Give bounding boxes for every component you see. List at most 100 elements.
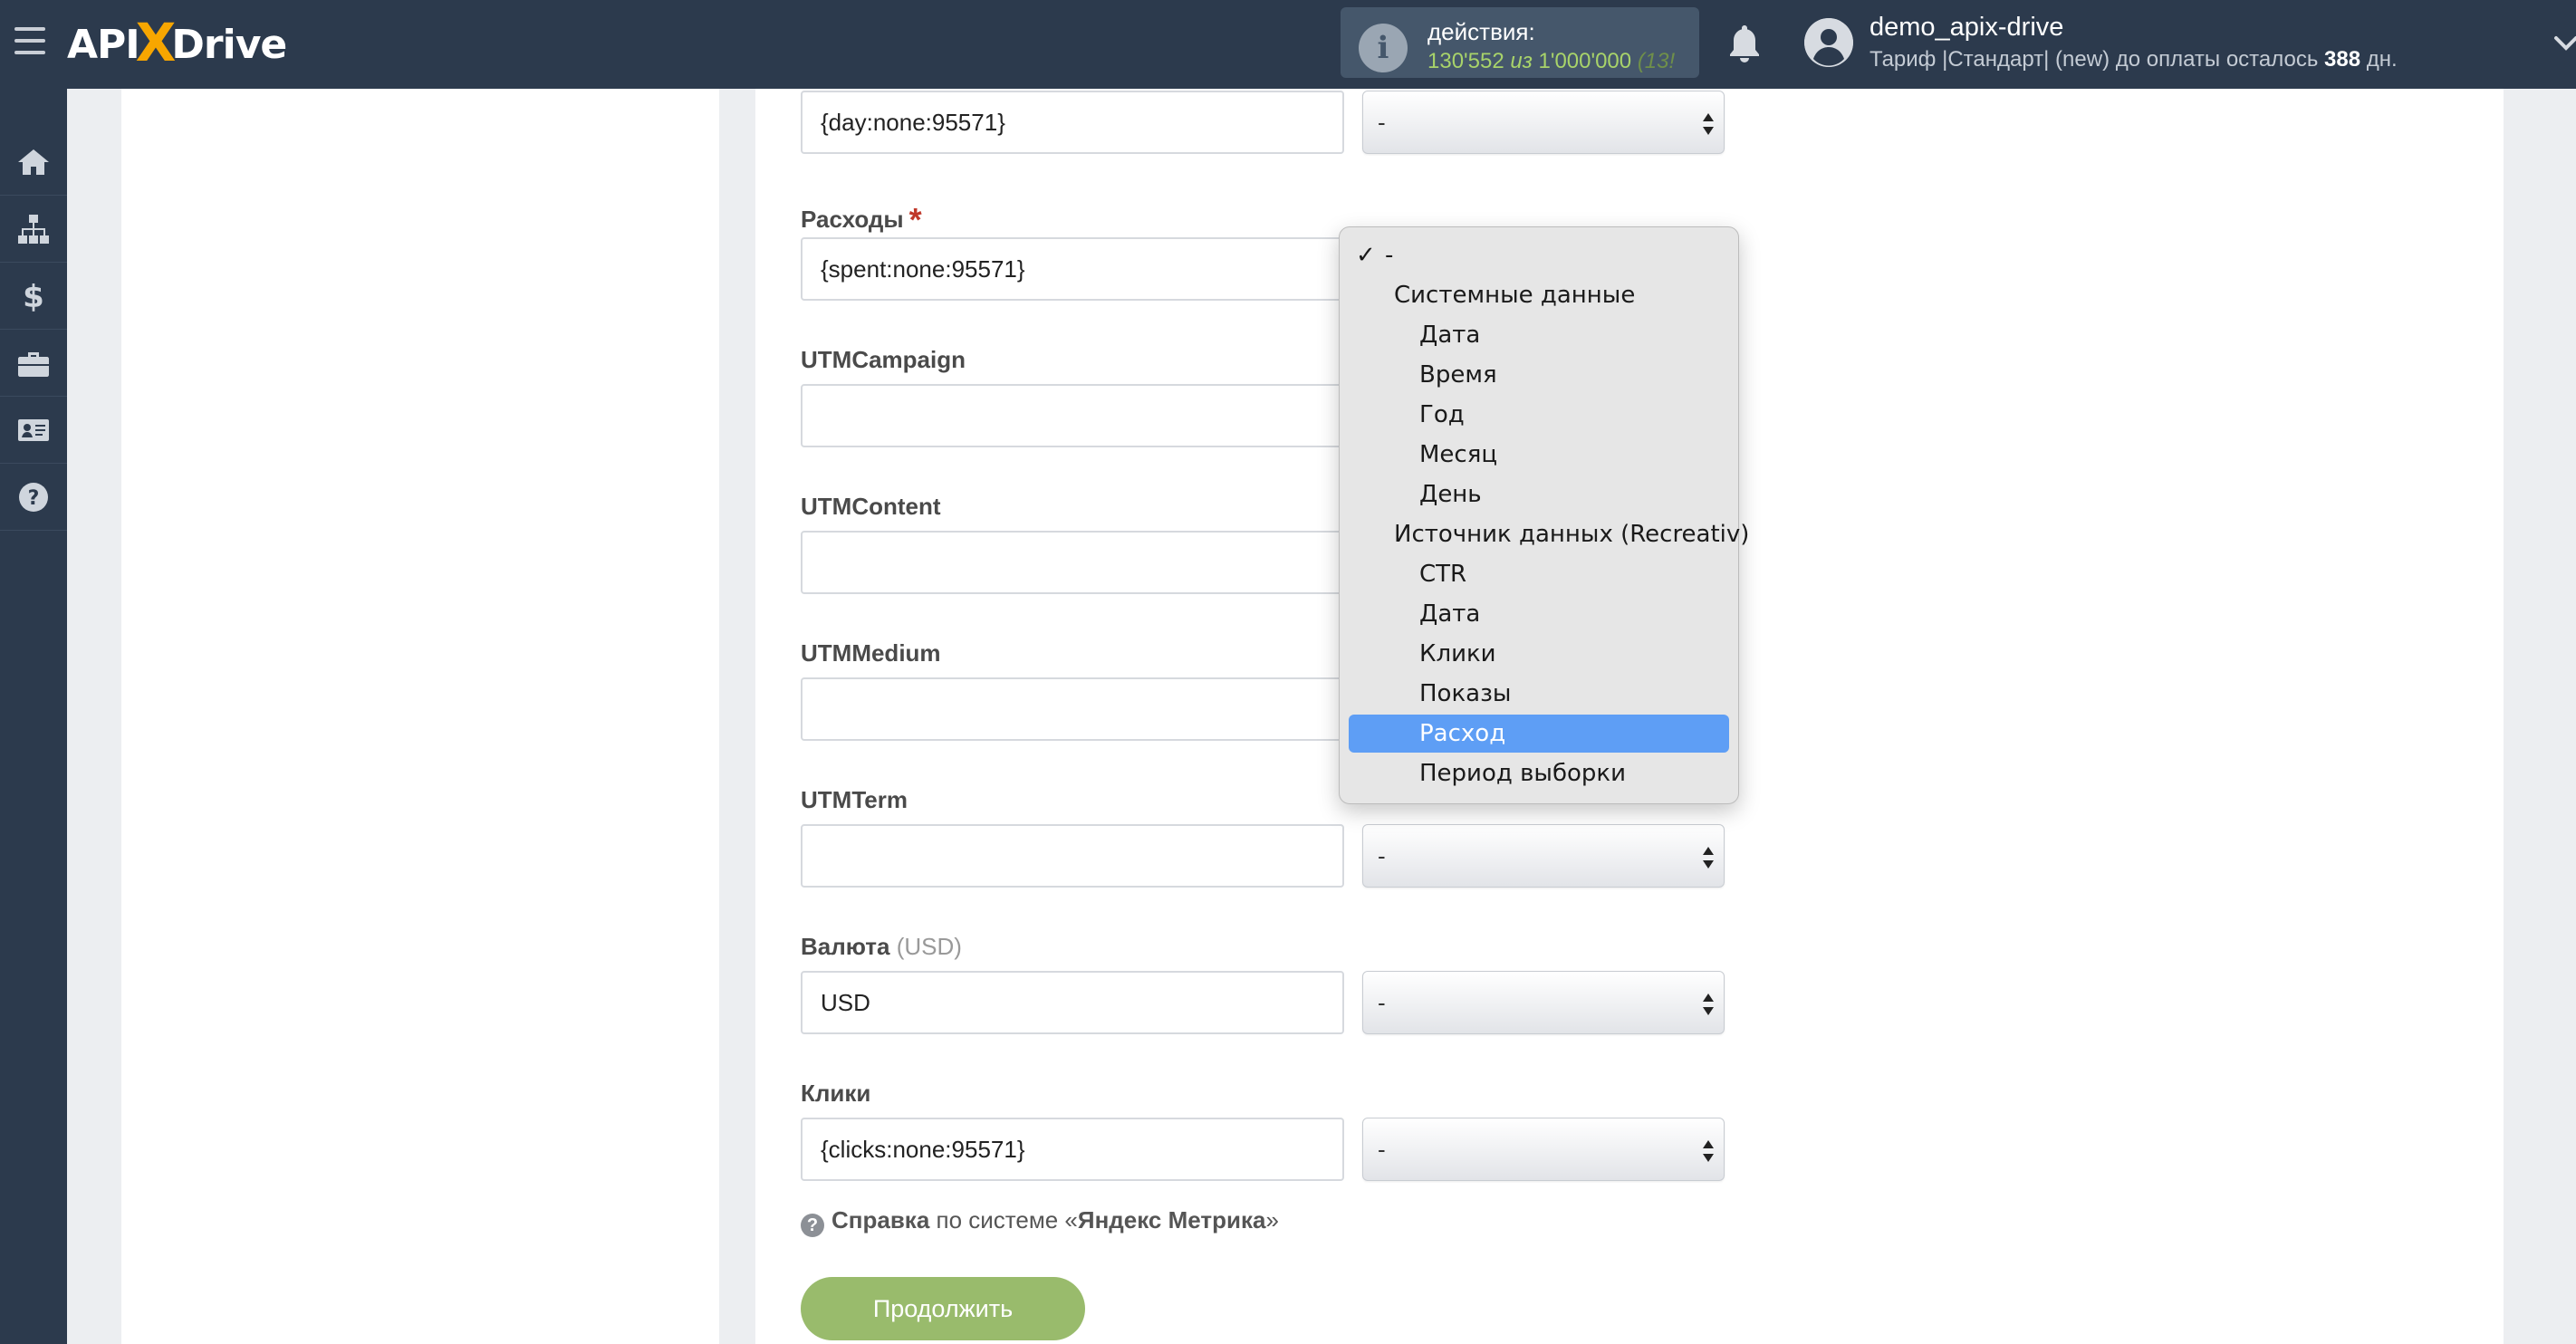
logo[interactable]: API X Drive: [67, 12, 287, 76]
top-bar: API X Drive i действия: 130'552 из 1'000'0…: [0, 0, 2576, 89]
dropdown-option[interactable]: День: [1349, 475, 1729, 514]
currency-input[interactable]: USD: [801, 971, 1344, 1034]
dropdown-option[interactable]: Показы: [1349, 675, 1729, 713]
dropdown-option-label: Показы: [1419, 680, 1512, 707]
actions-counter[interactable]: i действия: 130'552 из 1'000'000 (13!: [1341, 7, 1699, 78]
utm-term-input[interactable]: [801, 824, 1344, 888]
home-icon: [18, 149, 49, 175]
dropdown-option-label: Клики: [1419, 640, 1496, 667]
dropdown-option[interactable]: CTR: [1349, 555, 1729, 593]
clicks-select[interactable]: -: [1362, 1118, 1725, 1181]
currency-select-value: -: [1378, 989, 1386, 1016]
sidebar-item-connections[interactable]: [0, 196, 67, 263]
dropdown-option[interactable]: Системные данные: [1349, 276, 1729, 314]
dropdown-option-label: Дата: [1419, 600, 1481, 628]
svg-text:?: ?: [28, 487, 40, 510]
dropdown-option-label: -: [1385, 242, 1394, 269]
left-panel: [121, 89, 719, 1344]
actions-extra: (13!: [1637, 49, 1676, 73]
dropdown-option-label: Период выборки: [1419, 760, 1626, 787]
sidebar-item-help[interactable]: ?: [0, 464, 67, 531]
chevron-down-icon[interactable]: [2552, 29, 2576, 56]
logo-text-left: API: [67, 21, 140, 68]
dropdown-option[interactable]: Год: [1349, 396, 1729, 434]
spent-label-text: Расходы: [801, 206, 904, 233]
dropdown-option-label: Месяц: [1419, 441, 1498, 468]
currency-select[interactable]: -: [1362, 971, 1725, 1034]
dropdown-option[interactable]: Период выборки: [1349, 754, 1729, 792]
dropdown-option[interactable]: Источник данных (Recreativ): [1349, 515, 1749, 553]
dropdown-option-label: Системные данные: [1394, 282, 1636, 309]
clicks-label: Клики: [801, 1080, 871, 1107]
dropdown-option[interactable]: Клики: [1349, 635, 1729, 673]
plan-days: 388: [2324, 47, 2361, 72]
bell-icon[interactable]: [1726, 24, 1763, 63]
utm-medium-label: UTMMedium: [801, 639, 941, 667]
actions-label: действия:: [1427, 18, 1535, 45]
required-marker: *: [908, 201, 922, 238]
sitemap-icon: [18, 214, 49, 244]
utm-term-select-value: -: [1378, 842, 1386, 869]
dropdown-option[interactable]: Время: [1349, 356, 1729, 394]
select-arrows-icon: [1703, 113, 1714, 135]
sidebar-item-services[interactable]: [0, 330, 67, 397]
dollar-icon: $: [23, 279, 44, 314]
clicks-select-value: -: [1378, 1136, 1386, 1163]
day-input[interactable]: {day:none:95571}: [801, 91, 1344, 154]
sidebar-item-home[interactable]: [0, 129, 67, 196]
continue-button[interactable]: Продолжить: [801, 1277, 1085, 1340]
actions-count: 130'552 из 1'000'000 (13!: [1427, 49, 1690, 74]
utm-term-select[interactable]: -: [1362, 824, 1725, 888]
info-icon: i: [1359, 24, 1408, 72]
sidebar-item-billing[interactable]: $: [0, 263, 67, 330]
dropdown-option-label: Расход: [1419, 720, 1506, 747]
sidebar-item-profile[interactable]: [0, 397, 67, 464]
dropdown-option[interactable]: Дата: [1349, 595, 1729, 633]
dropdown-option[interactable]: Месяц: [1349, 436, 1729, 474]
actions-used: 130'552: [1427, 49, 1504, 73]
dropdown-option-label: Источник данных (Recreativ): [1394, 521, 1750, 548]
help-suffix: »: [1265, 1206, 1279, 1234]
menu-icon[interactable]: [14, 27, 45, 54]
utm-campaign-label: UTMCampaign: [801, 346, 966, 373]
logo-text-right: Drive: [171, 21, 287, 68]
utm-medium-input[interactable]: [801, 677, 1344, 741]
spent-input[interactable]: {spent:none:95571}: [801, 237, 1344, 301]
day-select-value: -: [1378, 109, 1386, 136]
sidebar: $ ?: [0, 89, 67, 1344]
currency-label-text: Валюта: [801, 933, 890, 960]
svg-text:$: $: [23, 279, 44, 314]
user-avatar[interactable]: [1804, 18, 1853, 67]
select-arrows-icon: [1703, 994, 1714, 1015]
utm-content-label: UTMContent: [801, 493, 941, 520]
help-link[interactable]: Справка: [831, 1206, 929, 1234]
dropdown-option-label: Год: [1419, 401, 1465, 428]
help-middle: по системе «: [936, 1206, 1078, 1234]
dropdown-option[interactable]: Расход: [1349, 715, 1729, 753]
logo-x: X: [135, 12, 177, 73]
briefcase-icon: [18, 351, 49, 377]
dropdown-option-label: Дата: [1419, 322, 1481, 349]
utm-term-label: UTMTerm: [801, 786, 908, 813]
dropdown-option-label: CTR: [1419, 561, 1467, 588]
question-icon: ?: [19, 482, 48, 512]
select-arrows-icon: [1703, 847, 1714, 869]
user-plan: Тариф |Стандарт| (new) до оплаты осталос…: [1870, 47, 2398, 72]
plan-suffix: дн.: [2366, 47, 2398, 72]
utm-content-input[interactable]: [801, 531, 1344, 594]
dropdown-option-label: Время: [1419, 361, 1497, 389]
clicks-input[interactable]: {clicks:none:95571}: [801, 1118, 1344, 1181]
currency-label: Валюта (USD): [801, 933, 962, 961]
id-card-icon: [18, 418, 49, 441]
help-system[interactable]: Яндекс Метрика: [1078, 1206, 1266, 1234]
utm-campaign-input[interactable]: [801, 384, 1344, 447]
select-dropdown-menu[interactable]: ✓ - Системные данные Дата Время Год Месяц День И…: [1339, 226, 1749, 804]
actions-total: 1'000'000: [1538, 49, 1632, 73]
currency-hint: (USD): [896, 933, 962, 960]
day-select[interactable]: -: [1362, 91, 1725, 154]
user-name[interactable]: demo_apix-drive: [1870, 13, 2063, 43]
spent-label: Расходы *: [801, 197, 922, 238]
question-circle-icon: ?: [801, 1214, 824, 1237]
dropdown-option[interactable]: Дата: [1349, 316, 1729, 354]
dropdown-option[interactable]: ✓ -: [1349, 236, 1729, 274]
